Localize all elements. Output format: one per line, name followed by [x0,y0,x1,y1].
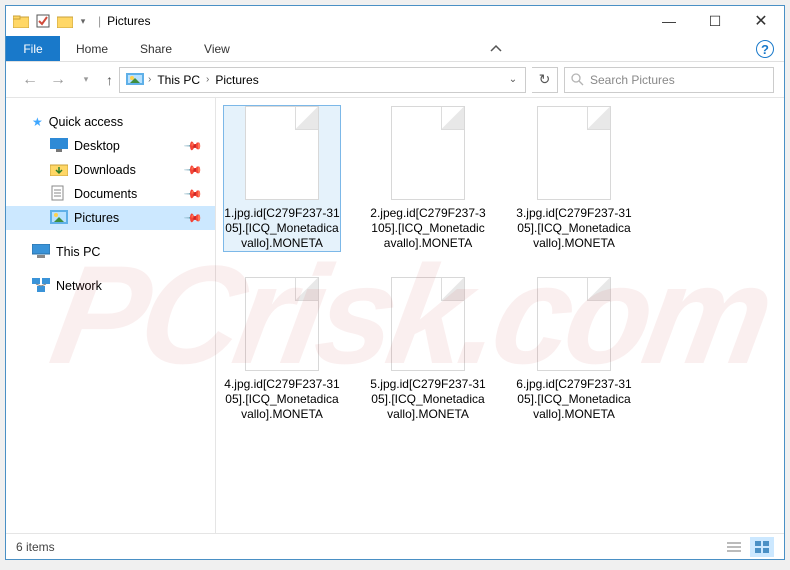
navigation-pane: ★ Quick access Desktop 📌 Downloads 📌 Doc… [6,98,216,533]
pin-icon: 📌 [183,208,203,228]
file-item[interactable]: 1.jpg.id[C279F237-3105].[ICQ_Monetadicav… [224,106,340,251]
pictures-icon [50,210,68,227]
file-item[interactable]: 5.jpg.id[C279F237-3105].[ICQ_Monetadicav… [370,277,486,422]
documents-icon [50,185,68,204]
file-item[interactable]: 2.jpeg.id[C279F237-3105].[ICQ_Monetadica… [370,106,486,251]
downloads-icon [50,162,68,179]
file-item[interactable]: 4.jpg.id[C279F237-3105].[ICQ_Monetadicav… [224,277,340,422]
file-icon [537,277,611,371]
file-icon [537,106,611,200]
ribbon-expand-button[interactable] [485,36,507,62]
star-icon: ★ [32,115,43,129]
statusbar: 6 items [6,533,784,559]
sidebar-item-label: Documents [74,187,137,201]
sidebar-item-label: Desktop [74,139,120,153]
pin-icon: 📌 [183,184,203,204]
app-icon [12,12,30,30]
addressbar[interactable]: › This PC › Pictures ⌄ [119,67,526,93]
breadcrumb-pictures[interactable]: Pictures [211,73,262,87]
view-largeicons-button[interactable] [750,537,774,557]
addressbar-dropdown-icon[interactable]: ⌄ [501,74,525,85]
help-button[interactable]: ? [756,40,774,58]
ribbon: File Home Share View ? [6,36,784,62]
file-label: 1.jpg.id[C279F237-3105].[ICQ_Monetadicav… [224,206,340,251]
sidebar-item-label: Pictures [74,211,119,225]
file-icon [391,277,465,371]
sidebar-item-quick-access[interactable]: ★ Quick access [6,110,215,134]
navbar: ← → ▾ ↑ › This PC › Pictures ⌄ ↻ [6,62,784,98]
sidebar-item-label: This PC [56,245,100,259]
refresh-button[interactable]: ↻ [532,67,558,93]
sidebar-item-label: Quick access [49,115,123,129]
sidebar-item-pictures[interactable]: Pictures 📌 [6,206,215,230]
network-icon [32,278,50,295]
back-button[interactable]: ← [16,66,44,94]
up-button[interactable]: ↑ [106,72,113,88]
view-details-button[interactable] [722,537,746,557]
file-tab[interactable]: File [6,36,60,61]
quickaccess-icon-2[interactable] [56,12,74,30]
sidebar-item-label: Downloads [74,163,136,177]
sidebar-item-this-pc[interactable]: This PC [6,240,215,264]
searchbox[interactable] [564,67,774,93]
sidebar-item-downloads[interactable]: Downloads 📌 [6,158,215,182]
window-controls: — ☐ ✕ [646,6,784,36]
sidebar-item-documents[interactable]: Documents 📌 [6,182,215,206]
minimize-button[interactable]: — [646,6,692,36]
file-label: 5.jpg.id[C279F237-3105].[ICQ_Monetadicav… [370,377,486,422]
file-label: 6.jpg.id[C279F237-3105].[ICQ_Monetadicav… [516,377,632,422]
content-pane[interactable]: 1.jpg.id[C279F237-3105].[ICQ_Monetadicav… [216,98,784,533]
file-icon [245,106,319,200]
file-label: 4.jpg.id[C279F237-3105].[ICQ_Monetadicav… [224,377,340,422]
location-icon [126,71,146,89]
file-item[interactable]: 3.jpg.id[C279F237-3105].[ICQ_Monetadicav… [516,106,632,251]
search-input[interactable] [590,73,773,87]
file-label: 2.jpeg.id[C279F237-3105].[ICQ_Monetadica… [370,206,486,251]
sidebar-item-label: Network [56,279,102,293]
sidebar-item-desktop[interactable]: Desktop 📌 [6,134,215,158]
breadcrumb-separator-icon[interactable]: › [204,74,211,85]
file-explorer-window: ▾ | Pictures — ☐ ✕ File Home Share View … [5,5,785,560]
close-button[interactable]: ✕ [738,6,784,36]
tab-share[interactable]: Share [124,36,188,61]
breadcrumb-this-pc[interactable]: This PC [153,73,204,87]
this-pc-icon [32,244,50,261]
window-title: Pictures [107,14,150,28]
search-icon [571,73,584,86]
desktop-icon [50,138,68,155]
file-grid: 1.jpg.id[C279F237-3105].[ICQ_Monetadicav… [224,106,776,422]
pin-icon: 📌 [183,160,203,180]
breadcrumb-separator-icon[interactable]: › [146,74,153,85]
file-label: 3.jpg.id[C279F237-3105].[ICQ_Monetadicav… [516,206,632,251]
file-icon [245,277,319,371]
quickaccess-dropdown-icon[interactable]: ▾ [78,12,88,30]
status-item-count: 6 items [16,540,55,554]
tab-home[interactable]: Home [60,36,124,61]
titlebar: ▾ | Pictures — ☐ ✕ [6,6,784,36]
body: ★ Quick access Desktop 📌 Downloads 📌 Doc… [6,98,784,533]
titlebar-separator: | [98,14,101,28]
tab-view[interactable]: View [188,36,246,61]
forward-button[interactable]: → [44,66,72,94]
file-item[interactable]: 6.jpg.id[C279F237-3105].[ICQ_Monetadicav… [516,277,632,422]
sidebar-item-network[interactable]: Network [6,274,215,298]
quickaccess-icon-1[interactable] [34,12,52,30]
recent-locations-button[interactable]: ▾ [72,66,100,94]
file-icon [391,106,465,200]
pin-icon: 📌 [183,136,203,156]
maximize-button[interactable]: ☐ [692,6,738,36]
